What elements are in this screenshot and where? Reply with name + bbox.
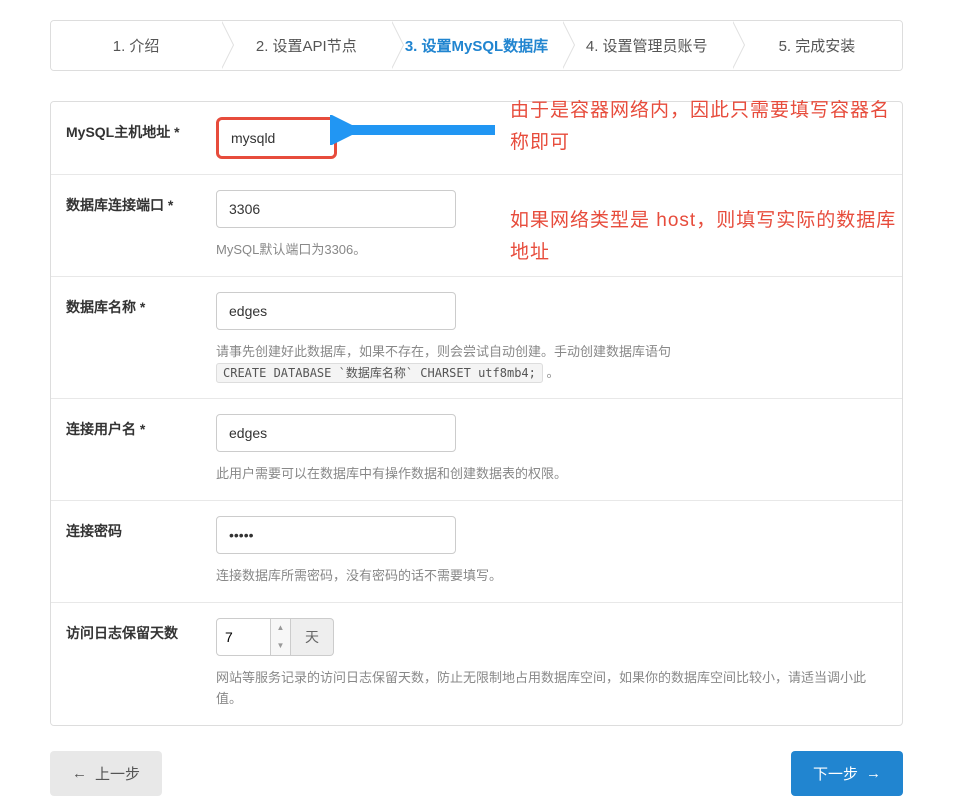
step-admin[interactable]: 4. 设置管理员账号 xyxy=(562,21,732,70)
username-help: 此用户需要可以在数据库中有操作数据和创建数据表的权限。 xyxy=(216,464,887,485)
dbname-help-code: CREATE DATABASE `数据库名称` CHARSET utf8mb4; xyxy=(216,363,543,383)
label-logdays: 访问日志保留天数 xyxy=(51,603,201,725)
dbname-help-suffix: 。 xyxy=(547,365,560,380)
annotation-host-network: 如果网络类型是 host，则填写实际的数据库地址 xyxy=(510,205,910,270)
label-host: MySQL主机地址 * xyxy=(51,102,201,174)
row-username: 连接用户名 * 此用户需要可以在数据库中有操作数据和创建数据表的权限。 xyxy=(51,399,902,501)
next-button-label: 下一步 xyxy=(813,763,858,784)
prev-button-label: 上一步 xyxy=(95,763,140,784)
password-input[interactable] xyxy=(216,516,456,554)
logdays-stepper[interactable]: ▲ ▼ xyxy=(271,618,291,656)
logdays-help: 网站等服务记录的访问日志保留天数，防止无限制地占用数据库空间，如果你的数据库空间… xyxy=(216,668,887,710)
prev-button[interactable]: ← 上一步 xyxy=(50,751,162,796)
row-logdays: 访问日志保留天数 ▲ ▼ 天 网站等服务记录的访问日志保留天数，防止无限制地占用… xyxy=(51,603,902,725)
host-highlight-box xyxy=(216,117,337,159)
label-dbname: 数据库名称 * xyxy=(51,277,201,399)
arrow-annotation-icon xyxy=(330,115,500,145)
dbname-help: 请事先创建好此数据库，如果不存在，则会尝试自动创建。手动创建数据库语句 CREA… xyxy=(216,342,887,384)
password-help: 连接数据库所需密码，没有密码的话不需要填写。 xyxy=(216,566,887,587)
port-input[interactable] xyxy=(216,190,456,228)
annotation-container-network: 由于是容器网络内，因此只需要填写容器名称即可 xyxy=(510,95,900,160)
dbname-input[interactable] xyxy=(216,292,456,330)
step-intro[interactable]: 1. 介绍 xyxy=(51,21,221,70)
mysql-form: MySQL主机地址 * 数据库连接端口 * MySQL默认端口为3306。 数据… xyxy=(50,101,903,726)
step-finish[interactable]: 5. 完成安装 xyxy=(732,21,902,70)
label-password: 连接密码 xyxy=(51,501,201,602)
username-input[interactable] xyxy=(216,414,456,452)
step-mysql[interactable]: 3. 设置MySQL数据库 xyxy=(391,21,561,70)
logdays-input[interactable] xyxy=(216,618,271,656)
arrow-left-icon: ← xyxy=(72,765,87,782)
label-username: 连接用户名 * xyxy=(51,399,201,500)
host-input[interactable] xyxy=(219,120,334,156)
stepper-down-icon[interactable]: ▼ xyxy=(271,637,290,655)
logdays-unit: 天 xyxy=(291,618,334,656)
arrow-right-icon: → xyxy=(866,765,881,782)
step-api[interactable]: 2. 设置API节点 xyxy=(221,21,391,70)
row-password: 连接密码 连接数据库所需密码，没有密码的话不需要填写。 xyxy=(51,501,902,603)
wizard-steps: 1. 介绍 2. 设置API节点 3. 设置MySQL数据库 4. 设置管理员账… xyxy=(50,20,903,71)
label-port: 数据库连接端口 * xyxy=(51,175,201,276)
dbname-help-prefix: 请事先创建好此数据库，如果不存在，则会尝试自动创建。手动创建数据库语句 xyxy=(216,344,671,359)
stepper-up-icon[interactable]: ▲ xyxy=(271,619,290,637)
row-dbname: 数据库名称 * 请事先创建好此数据库，如果不存在，则会尝试自动创建。手动创建数据… xyxy=(51,277,902,400)
wizard-buttons: ← 上一步 下一步 → xyxy=(50,751,903,796)
next-button[interactable]: 下一步 → xyxy=(791,751,903,796)
